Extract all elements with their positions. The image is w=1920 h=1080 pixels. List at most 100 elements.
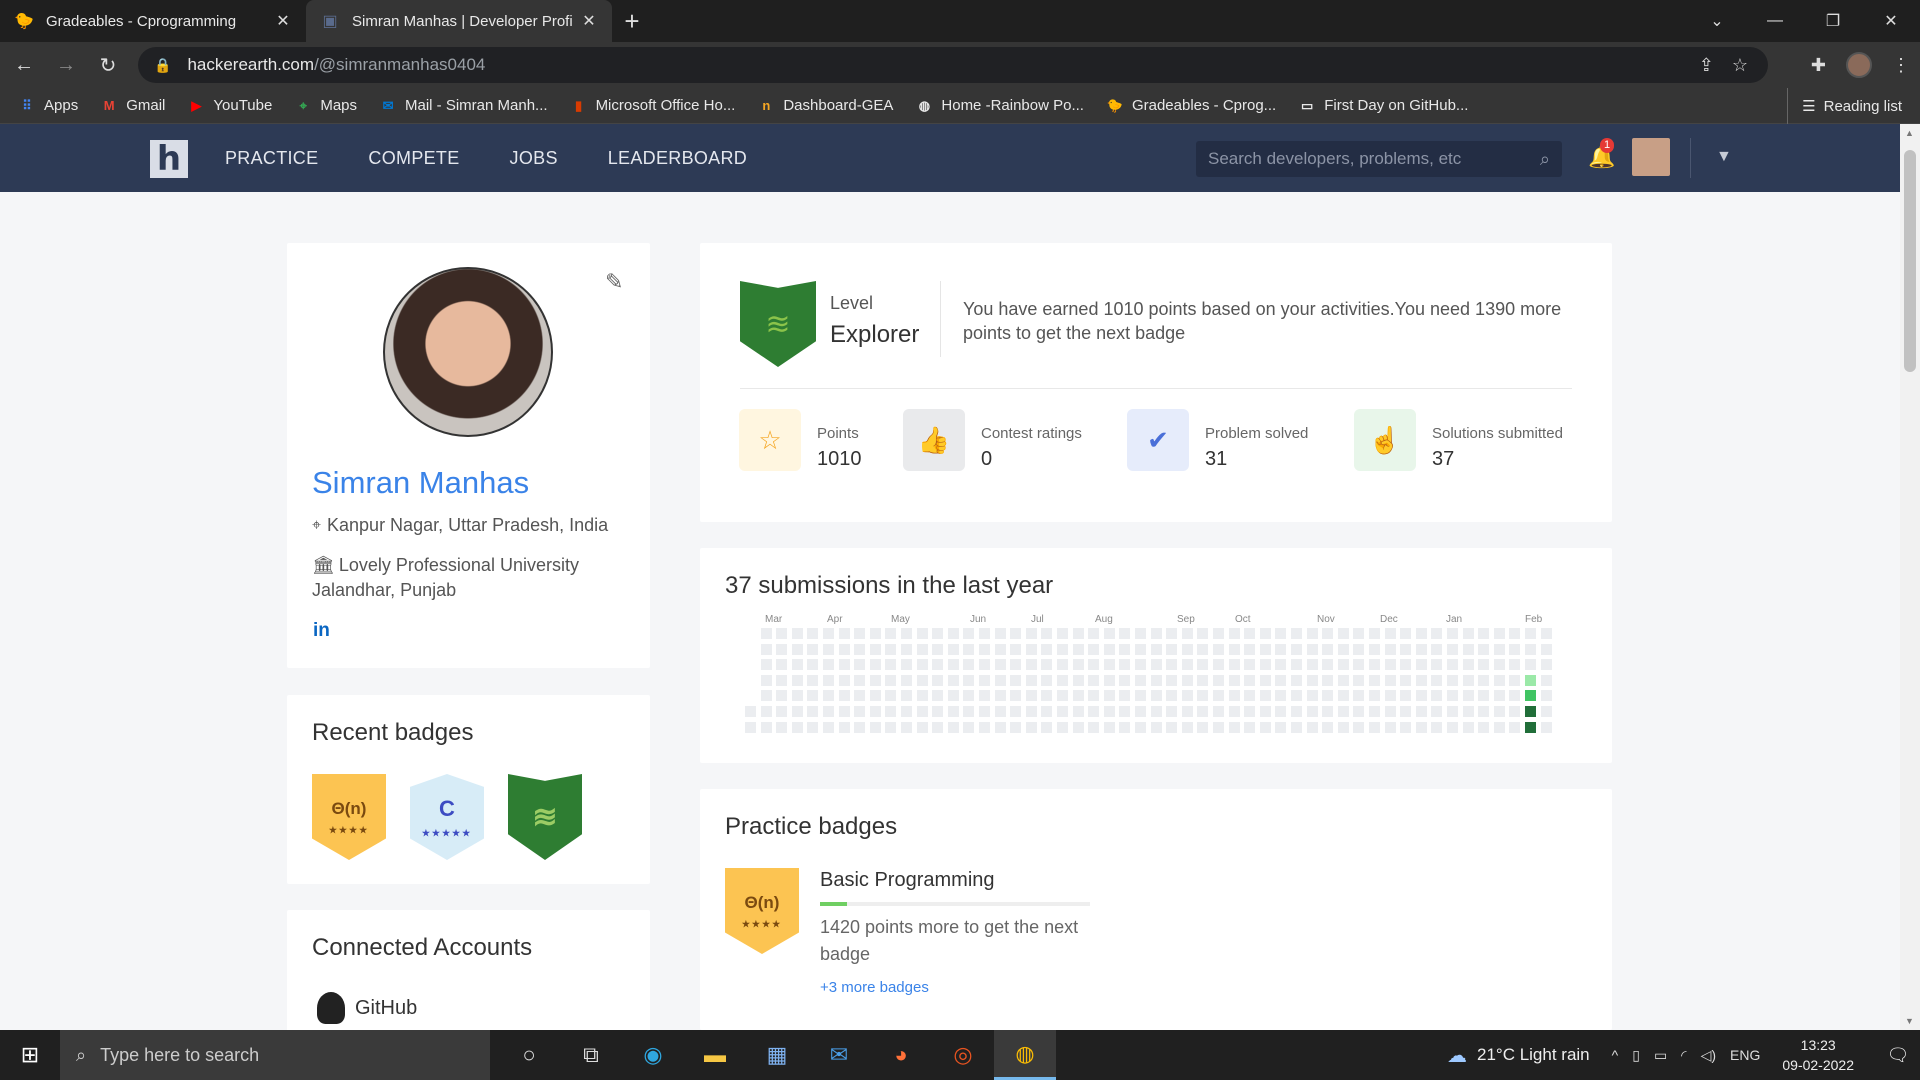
heatmap-cell[interactable] xyxy=(1072,674,1084,686)
heatmap-cell[interactable] xyxy=(1103,690,1115,702)
heatmap-cell[interactable] xyxy=(791,643,803,655)
heatmap-cell[interactable] xyxy=(1010,690,1022,702)
heatmap-cell[interactable] xyxy=(1337,643,1349,655)
heatmap-cell[interactable] xyxy=(1447,721,1458,733)
heatmap-cell[interactable] xyxy=(1540,690,1552,702)
heatmap-cell[interactable] xyxy=(1166,674,1178,686)
menu-kebab-icon[interactable]: ⋮ xyxy=(1892,55,1910,76)
heatmap-cell[interactable] xyxy=(1447,628,1458,639)
heatmap-cell[interactable] xyxy=(1322,659,1334,671)
heatmap-cell[interactable] xyxy=(1415,706,1427,717)
heatmap-cell[interactable] xyxy=(1291,643,1302,655)
heatmap-cell[interactable] xyxy=(1431,721,1443,733)
heatmap-cell[interactable] xyxy=(1119,721,1131,733)
bookmark-youtube[interactable]: ▶ YouTube xyxy=(187,97,272,115)
heatmap-cell[interactable] xyxy=(1228,674,1240,686)
heatmap-cell[interactable] xyxy=(963,628,975,639)
heatmap-cell[interactable] xyxy=(1025,721,1037,733)
heatmap-cell[interactable] xyxy=(838,690,850,702)
heatmap-cell[interactable] xyxy=(760,659,772,671)
badge-explorer[interactable]: ≋ xyxy=(508,774,582,860)
heatmap-cell[interactable] xyxy=(1369,643,1380,655)
heatmap-cell[interactable] xyxy=(1275,659,1287,671)
notification-center-icon[interactable]: 🗨 xyxy=(1876,1045,1920,1066)
heatmap-cell[interactable] xyxy=(838,659,850,671)
heatmap-cell[interactable] xyxy=(916,721,928,733)
heatmap-cell[interactable] xyxy=(1072,659,1084,671)
heatmap-cell[interactable] xyxy=(1166,659,1178,671)
heatmap-cell[interactable] xyxy=(823,643,834,655)
heatmap-cell[interactable] xyxy=(760,690,772,702)
heatmap-cell[interactable] xyxy=(979,643,990,655)
heatmap-cell[interactable] xyxy=(1400,721,1412,733)
heatmap-cell[interactable] xyxy=(1244,659,1256,671)
share-icon[interactable]: ⇪ xyxy=(1699,55,1714,76)
heatmap-cell[interactable] xyxy=(947,706,959,717)
heatmap-cell[interactable] xyxy=(1462,706,1474,717)
heatmap-cell[interactable] xyxy=(885,721,897,733)
heatmap-cell[interactable] xyxy=(1166,690,1178,702)
heatmap-cell[interactable] xyxy=(1493,659,1505,671)
heatmap-cell[interactable] xyxy=(1291,628,1302,639)
heatmap-cell[interactable] xyxy=(979,674,990,686)
heatmap-cell[interactable] xyxy=(885,674,897,686)
heatmap-cell[interactable] xyxy=(1010,674,1022,686)
heatmap-cell[interactable] xyxy=(760,674,772,686)
heatmap-cell[interactable] xyxy=(1353,643,1365,655)
heatmap-cell[interactable] xyxy=(1400,643,1412,655)
heatmap-cell[interactable] xyxy=(1150,659,1162,671)
heatmap-cell[interactable] xyxy=(963,674,975,686)
heatmap-cell[interactable] xyxy=(1540,721,1552,733)
heatmap-cell[interactable] xyxy=(854,721,866,733)
heatmap-cell[interactable] xyxy=(791,706,803,717)
url-field[interactable]: 🔒 hackerearth.com/@simranmanhas0404 ⇪ ☆ xyxy=(138,47,1768,83)
heatmap-cell[interactable] xyxy=(1150,690,1162,702)
heatmap-cell[interactable] xyxy=(1259,690,1271,702)
heatmap-cell[interactable] xyxy=(1088,659,1100,671)
ubuntu-icon[interactable]: ◎ xyxy=(932,1030,994,1080)
heatmap-cell[interactable] xyxy=(1119,659,1131,671)
heatmap-cell[interactable] xyxy=(1337,674,1349,686)
heatmap-cell[interactable] xyxy=(994,721,1006,733)
heatmap-cell[interactable] xyxy=(885,659,897,671)
bookmark-mail[interactable]: ✉ Mail - Simran Manh... xyxy=(379,97,548,115)
heatmap-cell[interactable] xyxy=(1025,628,1037,639)
heatmap-cell[interactable] xyxy=(1259,721,1271,733)
badge-basic-programming[interactable]: Θ(n) ★★★★ xyxy=(312,774,386,860)
heatmap-cell[interactable] xyxy=(807,674,819,686)
heatmap-cell[interactable] xyxy=(1353,659,1365,671)
heatmap-cell[interactable] xyxy=(885,706,897,717)
minimize-button[interactable]: — xyxy=(1746,0,1804,42)
heatmap-cell[interactable] xyxy=(1135,643,1146,655)
heatmap-cell[interactable] xyxy=(776,628,788,639)
heatmap-cell[interactable] xyxy=(1244,721,1256,733)
heatmap-cell[interactable] xyxy=(1228,643,1240,655)
heatmap-cell[interactable] xyxy=(1259,706,1271,717)
heatmap-cell[interactable] xyxy=(1135,721,1146,733)
heatmap-cell[interactable] xyxy=(1010,721,1022,733)
heatmap-cell[interactable] xyxy=(1010,659,1022,671)
heatmap-cell[interactable] xyxy=(1462,659,1474,671)
heatmap-cell[interactable] xyxy=(1400,628,1412,639)
heatmap-cell[interactable] xyxy=(1291,706,1302,717)
scroll-up-arrow-icon[interactable]: ▲ xyxy=(1905,128,1914,138)
heatmap-cell[interactable] xyxy=(1384,706,1396,717)
heatmap-cell[interactable] xyxy=(1478,706,1490,717)
heatmap-cell[interactable] xyxy=(1259,674,1271,686)
heatmap-cell[interactable] xyxy=(1525,706,1536,717)
badge-c-language[interactable]: C ★★★★★ xyxy=(410,774,484,860)
heatmap-cell[interactable] xyxy=(1197,659,1209,671)
nav-leaderboard[interactable]: LEADERBOARD xyxy=(608,148,747,169)
heatmap-cell[interactable] xyxy=(1041,690,1053,702)
heatmap-cell[interactable] xyxy=(1462,690,1474,702)
heatmap-cell[interactable] xyxy=(1415,628,1427,639)
heatmap-cell[interactable] xyxy=(1228,706,1240,717)
heatmap-cell[interactable] xyxy=(1213,674,1224,686)
heatmap-cell[interactable] xyxy=(807,721,819,733)
heatmap-cell[interactable] xyxy=(1509,690,1521,702)
heatmap-cell[interactable] xyxy=(1197,690,1209,702)
heatmap-cell[interactable] xyxy=(979,706,990,717)
heatmap-cell[interactable] xyxy=(854,674,866,686)
heatmap-cell[interactable] xyxy=(1057,628,1068,639)
heatmap-cell[interactable] xyxy=(1478,659,1490,671)
